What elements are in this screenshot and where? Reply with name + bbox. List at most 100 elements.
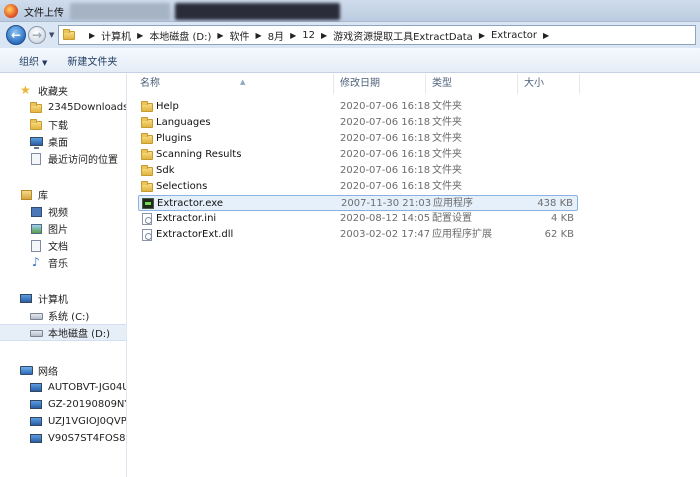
file-row[interactable]: Selections 2020-07-06 16:18 文件夹	[138, 179, 578, 195]
file-row[interactable]: ExtractorExt.dll 2003-02-02 17:47 应用程序扩展 62…	[138, 227, 578, 243]
sidebar-item-label: 系统 (C:)	[48, 312, 90, 323]
chevron-right-icon[interactable]: ▶	[290, 31, 296, 40]
recent-pages-dropdown[interactable]: ▼	[49, 31, 54, 39]
sidebar-item-label: 网络	[38, 367, 58, 378]
command-bar: 组织 ▼ 新建文件夹	[0, 48, 700, 73]
file-type: 文件夹	[432, 165, 462, 176]
video-library-icon	[30, 206, 43, 218]
sidebar-item-2345downloads[interactable]: 2345Downloads	[0, 99, 126, 116]
sidebar-item-label: AUTOBVT-JG04UL	[48, 382, 126, 393]
recent-places-icon	[30, 152, 43, 165]
column-header-name[interactable]: 名称 ▲	[134, 74, 334, 94]
chevron-right-icon[interactable]: ▶	[256, 31, 262, 40]
file-name: Extractor.exe	[157, 198, 224, 209]
file-date: 2020-07-06 16:18	[340, 181, 431, 192]
sidebar-libraries[interactable]: 库	[0, 186, 126, 203]
sidebar-item-label: 最近访问的位置	[48, 155, 118, 166]
exe-icon	[142, 198, 154, 209]
navigation-pane: ★ 收藏夹 2345Downloads 下载 桌面 最近访问的位置 库 视频 图…	[0, 74, 127, 477]
folder-icon	[141, 133, 153, 144]
folder-icon	[141, 101, 153, 112]
file-date: 2020-07-06 16:18	[340, 133, 431, 144]
blurred-tab[interactable]	[175, 3, 340, 20]
chevron-right-icon[interactable]: ▶	[543, 31, 549, 40]
sidebar-item-label: 库	[38, 191, 48, 202]
file-row[interactable]: Sdk 2020-07-06 16:18 文件夹	[138, 163, 578, 179]
new-folder-button[interactable]: 新建文件夹	[57, 53, 127, 68]
folder-icon	[63, 29, 77, 41]
sidebar-item-music[interactable]: ♪ 音乐	[0, 254, 126, 271]
file-type: 文件夹	[432, 117, 462, 128]
file-row[interactable]: Languages 2020-07-06 16:18 文件夹	[138, 115, 578, 131]
browser-icon	[4, 4, 18, 18]
breadcrumb-item[interactable]: 8月	[268, 28, 284, 43]
sidebar-item-downloads[interactable]: 下载	[0, 116, 126, 133]
column-header-type[interactable]: 类型	[426, 74, 518, 94]
chevron-right-icon[interactable]: ▶	[217, 31, 223, 40]
sidebar-item-label: 音乐	[48, 259, 68, 270]
sidebar-favorites[interactable]: ★ 收藏夹	[0, 82, 126, 99]
chevron-down-icon: ▼	[42, 58, 48, 67]
sidebar-item-recent-places[interactable]: 最近访问的位置	[0, 150, 126, 167]
file-date: 2020-07-06 16:18	[340, 149, 431, 160]
network-computer-icon	[30, 416, 43, 428]
file-row[interactable]: Extractor.exe 2007-11-30 21:03 应用程序 438 KB	[138, 195, 578, 211]
sidebar-network[interactable]: 网络	[0, 362, 126, 379]
sidebar-item-network-pc[interactable]: AUTOBVT-JG04UL	[0, 379, 126, 396]
computer-icon	[20, 293, 33, 305]
sidebar-item-network-pc[interactable]: V90S7ST4FOS8QX	[0, 430, 126, 447]
sidebar-item-network-pc[interactable]: GZ-20190809NYGZ	[0, 396, 126, 413]
forward-button[interactable]: →	[28, 26, 46, 44]
file-size: 438 KB	[537, 198, 573, 209]
sidebar-item-desktop[interactable]: 桌面	[0, 133, 126, 150]
chevron-right-icon[interactable]: ▶	[479, 31, 485, 40]
sidebar-item-network-pc[interactable]: UZJ1VGIOJ0QVP89	[0, 413, 126, 430]
blurred-tab[interactable]	[70, 3, 170, 20]
breadcrumb-item[interactable]: 本地磁盘 (D:)	[149, 28, 211, 43]
chevron-right-icon[interactable]: ▶	[137, 31, 143, 40]
back-button[interactable]: ←	[6, 25, 26, 45]
column-header-size[interactable]: 大小	[518, 74, 580, 94]
file-row[interactable]: Plugins 2020-07-06 16:18 文件夹	[138, 131, 578, 147]
sidebar-item-documents[interactable]: 文档	[0, 237, 126, 254]
sidebar-item-label: 本地磁盘 (D:)	[48, 329, 111, 340]
file-row[interactable]: Scanning Results 2020-07-06 16:18 文件夹	[138, 147, 578, 163]
breadcrumb-item[interactable]: 游戏资源提取工具ExtractData	[333, 28, 473, 43]
music-note-icon: ♪	[32, 254, 40, 269]
sidebar-item-label: GZ-20190809NYGZ	[48, 399, 126, 410]
column-header-date[interactable]: 修改日期	[334, 74, 426, 94]
file-row[interactable]: Help 2020-07-06 16:18 文件夹	[138, 99, 578, 115]
sidebar-item-system-c[interactable]: 系统 (C:)	[0, 307, 126, 324]
folder-icon	[141, 165, 153, 176]
breadcrumb-item[interactable]: Extractor	[491, 30, 537, 41]
breadcrumb-item[interactable]: 12	[302, 30, 315, 41]
file-type: 应用程序扩展	[432, 229, 492, 240]
sidebar-item-pictures[interactable]: 图片	[0, 220, 126, 237]
title-bar: 文件上传	[0, 0, 700, 22]
breadcrumb-item[interactable]: 计算机	[101, 28, 131, 43]
file-name: Help	[156, 101, 179, 112]
chevron-right-icon[interactable]: ▶	[321, 31, 327, 40]
breadcrumb: ▶ 计算机 ▶ 本地磁盘 (D:) ▶ 软件 ▶ 8月 ▶ 12 ▶ 游戏资源提…	[83, 26, 555, 44]
sidebar-item-videos[interactable]: 视频	[0, 203, 126, 220]
sidebar-item-label: UZJ1VGIOJ0QVP89	[48, 416, 126, 427]
breadcrumb-item[interactable]: 软件	[230, 28, 250, 43]
sidebar-item-label: 图片	[48, 225, 68, 236]
file-type: 文件夹	[432, 101, 462, 112]
sidebar-computer[interactable]: 计算机	[0, 290, 126, 307]
file-name: Extractor.ini	[156, 213, 217, 224]
file-date: 2020-07-06 16:18	[340, 117, 431, 128]
sidebar-item-label: 桌面	[48, 138, 68, 149]
organize-button[interactable]: 组织 ▼	[0, 53, 57, 68]
file-date: 2003-02-02 17:47	[340, 229, 431, 240]
arrow-right-icon: →	[31, 28, 43, 42]
file-row[interactable]: Extractor.ini 2020-08-12 14:05 配置设置 4 KB	[138, 211, 578, 227]
folder-icon	[141, 149, 153, 160]
file-date: 2020-08-12 14:05	[340, 213, 431, 224]
address-bar[interactable]: ▶ 计算机 ▶ 本地磁盘 (D:) ▶ 软件 ▶ 8月 ▶ 12 ▶ 游戏资源提…	[58, 25, 696, 45]
sidebar-item-local-disk-d[interactable]: 本地磁盘 (D:)	[0, 324, 126, 341]
file-name: Plugins	[156, 133, 192, 144]
chevron-right-icon[interactable]: ▶	[89, 31, 95, 40]
file-type: 应用程序	[433, 198, 473, 209]
desktop-icon	[30, 136, 43, 149]
